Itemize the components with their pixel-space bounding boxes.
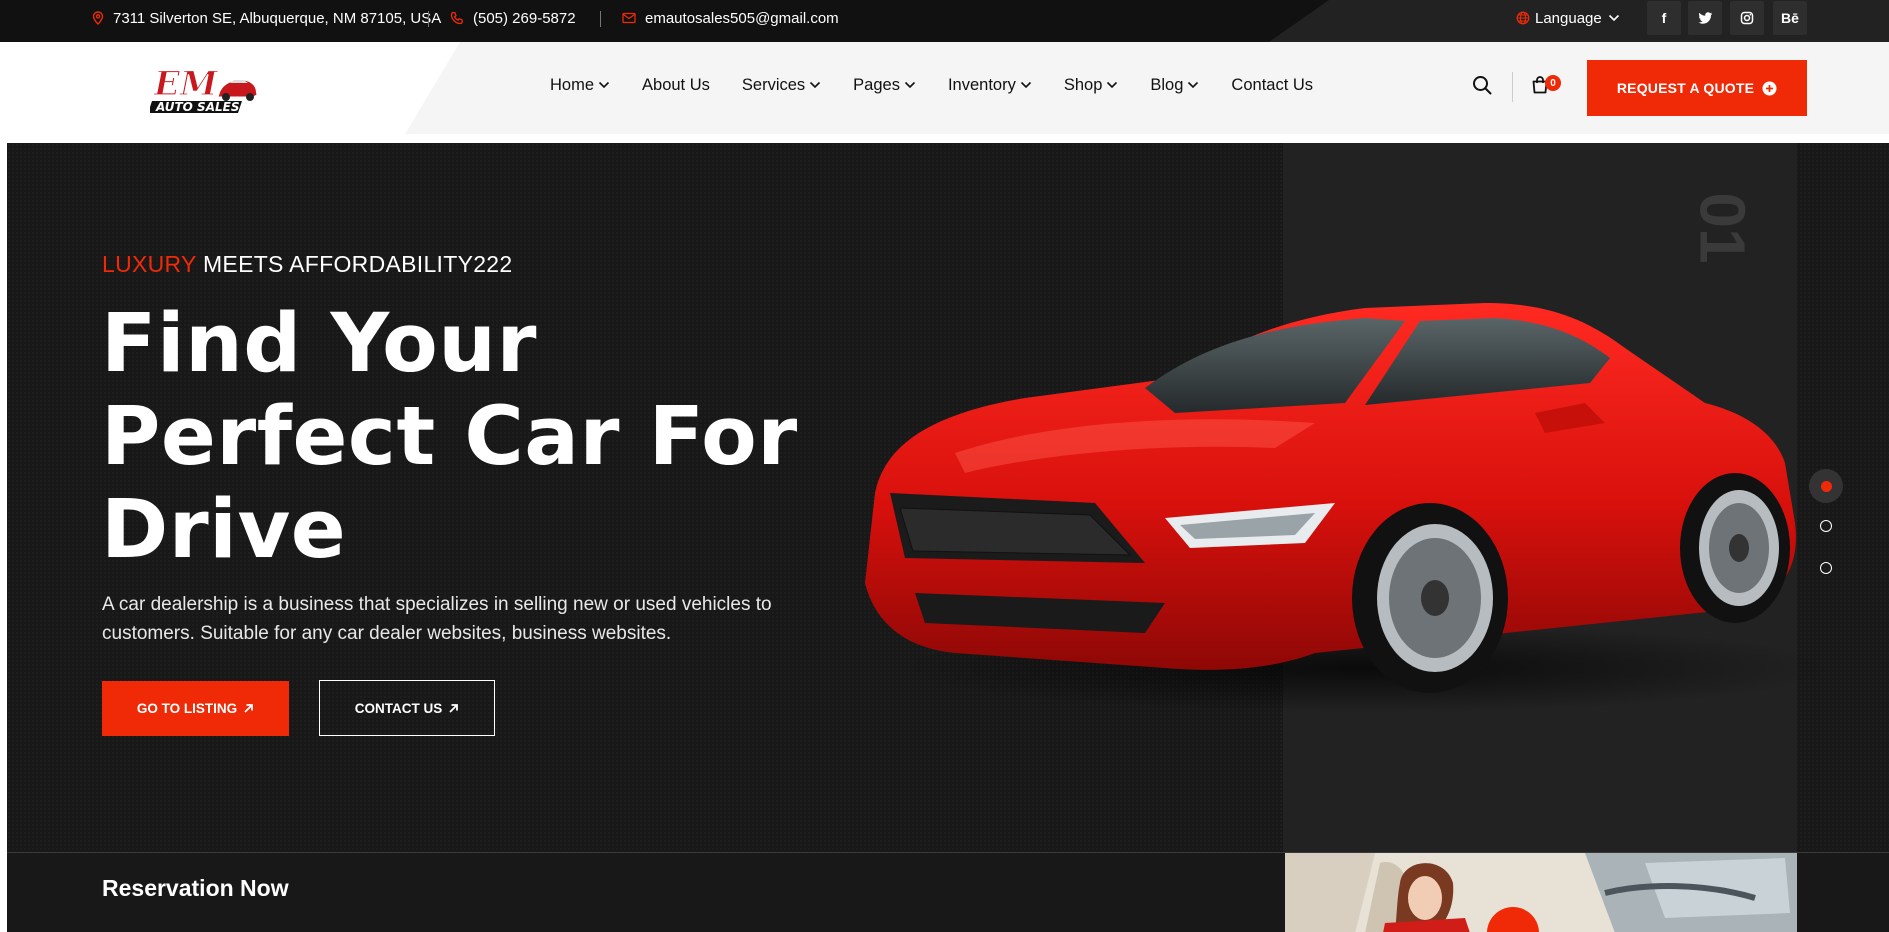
hero-slider: 01 LUXURY MEETS AFFORDABILITY222 Find Yo… [7, 143, 1889, 852]
nav-label: Inventory [947, 75, 1016, 94]
phone-icon [450, 11, 463, 25]
reservation-section: Reservation Now [7, 852, 1889, 932]
arrow-up-right-icon [449, 703, 459, 713]
arrow-up-right-icon [244, 704, 254, 713]
search-button[interactable] [1472, 75, 1492, 100]
tagline-accent: LUXURY [102, 251, 197, 277]
chevron-down-icon [1188, 81, 1199, 89]
phone-text: (505) 269-5872 [473, 9, 576, 27]
logo-subtext: AUTO SALES [155, 100, 239, 114]
contact-us-label: CONTACT US [354, 700, 443, 716]
svg-text:EM: EM [153, 64, 219, 104]
slider-dot-2[interactable] [1820, 520, 1832, 532]
header-divider [1512, 72, 1513, 102]
rear-wheel-icon [1680, 473, 1790, 623]
chevron-down-icon [1020, 81, 1031, 89]
instagram-icon[interactable] [1730, 1, 1764, 35]
nav-label: Shop [1063, 75, 1103, 94]
nav-label: About Us [642, 75, 710, 94]
front-wheel-icon [1352, 503, 1508, 693]
go-to-listing-button[interactable]: GO TO LISTING [102, 681, 289, 736]
site-logo[interactable]: EM AUTO SALES [148, 61, 260, 117]
instagram-camera-icon [1740, 11, 1754, 25]
email-info[interactable]: emautosales505@gmail.com [622, 0, 839, 36]
nav-item-about-us[interactable]: About Us [642, 73, 710, 97]
tagline-rest: MEETS AFFORDABILITY222 [196, 251, 513, 277]
nav-item-contact-us[interactable]: Contact Us [1231, 73, 1313, 97]
twitter-bird-icon [1697, 11, 1712, 24]
nav-label: Home [550, 75, 595, 94]
hero-tagline: LUXURY MEETS AFFORDABILITY222 [102, 251, 513, 278]
twitter-icon[interactable] [1688, 1, 1722, 35]
woman-in-car-image [1285, 853, 1797, 932]
slider-dot-1-active[interactable] [1809, 469, 1843, 503]
language-selector[interactable]: Language [1516, 0, 1625, 36]
request-quote-button[interactable]: REQUEST A QUOTE [1587, 60, 1807, 116]
hero-description: A car dealership is a business that spec… [102, 594, 772, 644]
chevron-down-icon [598, 81, 610, 89]
chevron-down-icon [810, 81, 821, 89]
nav-item-home[interactable]: Home [550, 73, 610, 97]
globe-icon [1516, 11, 1530, 25]
nav-item-services[interactable]: Services [742, 73, 821, 97]
facebook-icon[interactable]: f [1647, 1, 1681, 35]
main-navigation: Home About Us Services Pages Inventory S… [550, 73, 1345, 97]
chevron-down-icon [904, 81, 916, 89]
reservation-title: Reservation Now [102, 875, 289, 901]
address-text: 7311 Silverton SE, Albuquerque, NM 87105… [113, 9, 442, 27]
nav-item-inventory[interactable]: Inventory [948, 73, 1032, 97]
main-header: EM AUTO SALES Home About Us Services Pag… [0, 42, 1889, 143]
facebook-glyph: f [1661, 10, 1667, 26]
chevron-down-icon [1107, 81, 1118, 89]
address-info: 7311 Silverton SE, Albuquerque, NM 87105… [92, 0, 441, 36]
hero-title-line: Perfect Car For [101, 390, 798, 484]
nav-item-blog[interactable]: Blog [1150, 73, 1199, 97]
nav-item-shop[interactable]: Shop [1064, 73, 1119, 97]
nav-label: Contact Us [1231, 75, 1314, 94]
nav-item-pages[interactable]: Pages [853, 73, 916, 97]
plus-circle-icon [1762, 81, 1777, 95]
behance-glyph: Bē [1781, 10, 1799, 26]
hero-title-line: Drive [101, 483, 347, 577]
location-pin-icon [92, 11, 104, 25]
chevron-down-icon [1608, 14, 1619, 22]
hero-title-line: Find Your [101, 297, 537, 391]
em-auto-sales-logo-icon: EM AUTO SALES [148, 63, 258, 114]
slider-dot-3[interactable] [1820, 562, 1832, 574]
nav-label: Pages [853, 75, 900, 94]
top-bar: 7311 Silverton SE, Albuquerque, NM 87105… [0, 0, 1889, 42]
top-bar-separator [600, 11, 601, 27]
go-to-listing-label: GO TO LISTING [136, 701, 238, 716]
behance-icon[interactable]: Bē [1773, 1, 1807, 35]
language-label: Language [1535, 9, 1602, 27]
email-text: emautosales505@gmail.com [645, 9, 839, 27]
hero-title: Find Your Perfect Car For Drive [101, 298, 801, 577]
envelope-icon [622, 12, 636, 24]
woman-driving-photo [1285, 853, 1797, 932]
request-quote-label: REQUEST A QUOTE [1616, 80, 1755, 96]
slide-number: 01 [1686, 192, 1759, 264]
nav-label: Blog [1150, 75, 1184, 94]
search-icon [1473, 76, 1492, 95]
cart-count-badge: 0 [1545, 75, 1561, 91]
phone-info[interactable]: (505) 269-5872 [450, 0, 576, 36]
top-bar-separator [428, 11, 429, 27]
nav-label: Services [741, 75, 806, 94]
contact-us-button[interactable]: CONTACT US [319, 680, 495, 736]
red-sports-car-image [865, 303, 1825, 713]
